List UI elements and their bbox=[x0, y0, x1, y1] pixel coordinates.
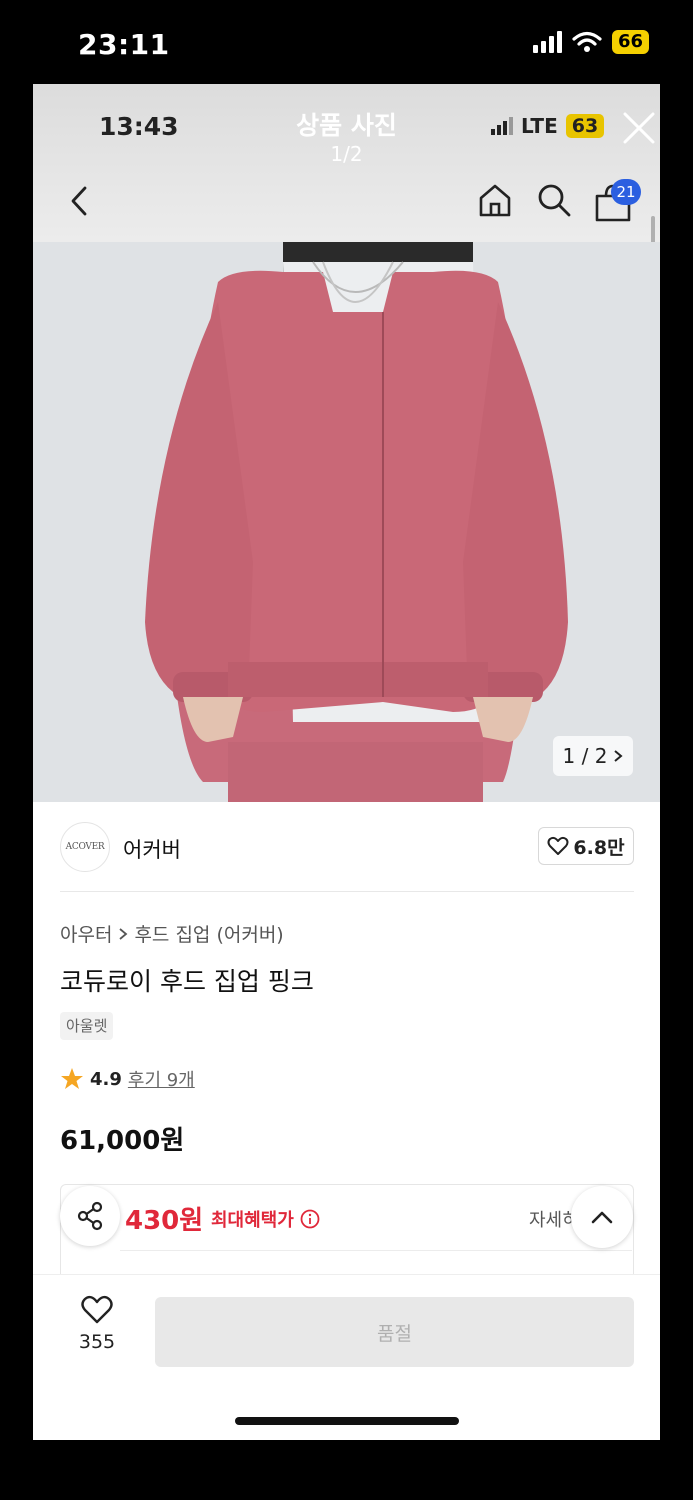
inner-status-icons: LTE 63 bbox=[491, 114, 605, 138]
brand-logo[interactable]: ACOVER bbox=[60, 822, 110, 872]
outer-status-bar: 23:11 66 bbox=[0, 0, 693, 84]
wishlist-button[interactable]: 355 bbox=[63, 1295, 131, 1363]
signal-icon bbox=[532, 31, 562, 53]
collapse-button[interactable] bbox=[571, 1186, 633, 1248]
image-page-counter[interactable]: 1 / 2 bbox=[553, 736, 633, 776]
close-icon[interactable] bbox=[621, 110, 657, 146]
share-button[interactable] bbox=[60, 1186, 120, 1246]
back-arrow-icon[interactable] bbox=[67, 184, 91, 218]
brand-name[interactable]: 어커버 bbox=[123, 834, 181, 864]
star-icon bbox=[61, 1068, 83, 1089]
chevron-right-icon bbox=[119, 927, 128, 940]
benefit-label: 최대혜택가 bbox=[211, 1210, 294, 1231]
home-indicator[interactable] bbox=[235, 1417, 459, 1425]
breadcrumb: 아우터 후드 집업 (어커버) bbox=[60, 920, 284, 947]
brand-row: ACOVER 어커버 6.8만 bbox=[60, 822, 634, 892]
app-screen: 13:43 상품 사진 1/2 LTE 63 21 1 / 2 ACOVER 어… bbox=[33, 84, 660, 1440]
photo-viewer-header: 13:43 상품 사진 1/2 LTE 63 bbox=[33, 84, 660, 242]
breadcrumb-subcategory[interactable]: 후드 집업 (어커버) bbox=[134, 920, 283, 947]
sold-out-button[interactable]: 품절 bbox=[155, 1297, 634, 1367]
review-link[interactable]: 후기 9개 bbox=[128, 1066, 195, 1092]
network-label: LTE bbox=[521, 114, 558, 138]
chevron-right-icon bbox=[614, 750, 624, 762]
wishlist-count: 355 bbox=[78, 1331, 116, 1353]
heart-icon bbox=[81, 1295, 113, 1324]
image-counter-label: 1 / 2 bbox=[562, 744, 608, 768]
share-icon bbox=[77, 1201, 103, 1231]
chevron-up-icon bbox=[591, 1211, 613, 1224]
product-price: 61,000원 bbox=[60, 1126, 185, 1156]
info-icon[interactable] bbox=[300, 1209, 320, 1229]
search-icon[interactable] bbox=[536, 182, 572, 218]
product-photo-illustration bbox=[33, 242, 660, 802]
brand-logo-text: ACOVER bbox=[65, 842, 105, 852]
rating-row: 4.9 후기 9개 bbox=[60, 1066, 195, 1092]
brand-like-button[interactable]: 6.8만 bbox=[538, 827, 634, 865]
product-image[interactable]: 1 / 2 bbox=[33, 242, 660, 802]
wifi-icon bbox=[572, 31, 602, 52]
outlet-tag: 아울렛 bbox=[60, 1012, 114, 1040]
outer-status-icons: 66 bbox=[532, 30, 649, 54]
outer-time: 23:11 bbox=[78, 28, 170, 61]
benefit-divider bbox=[120, 1250, 632, 1251]
breadcrumb-category[interactable]: 아우터 bbox=[60, 920, 112, 947]
rating-score: 4.9 bbox=[90, 1068, 122, 1090]
battery-indicator: 66 bbox=[611, 30, 649, 54]
home-icon[interactable] bbox=[477, 182, 513, 218]
product-title: 코듀로이 후드 집업 핑크 bbox=[60, 967, 314, 996]
inner-battery-indicator: 63 bbox=[565, 114, 605, 138]
brand-like-count: 6.8만 bbox=[573, 836, 625, 859]
inner-signal-icon bbox=[491, 117, 513, 135]
benefit-label-row: 최대혜택가 bbox=[211, 1206, 320, 1232]
cart-count-badge: 21 bbox=[611, 179, 641, 205]
benefit-amount: 430원 bbox=[125, 1206, 204, 1236]
bottom-action-bar: 355 품절 bbox=[33, 1274, 660, 1440]
heart-icon bbox=[547, 836, 569, 855]
viewer-counter: 1/2 bbox=[330, 142, 363, 166]
